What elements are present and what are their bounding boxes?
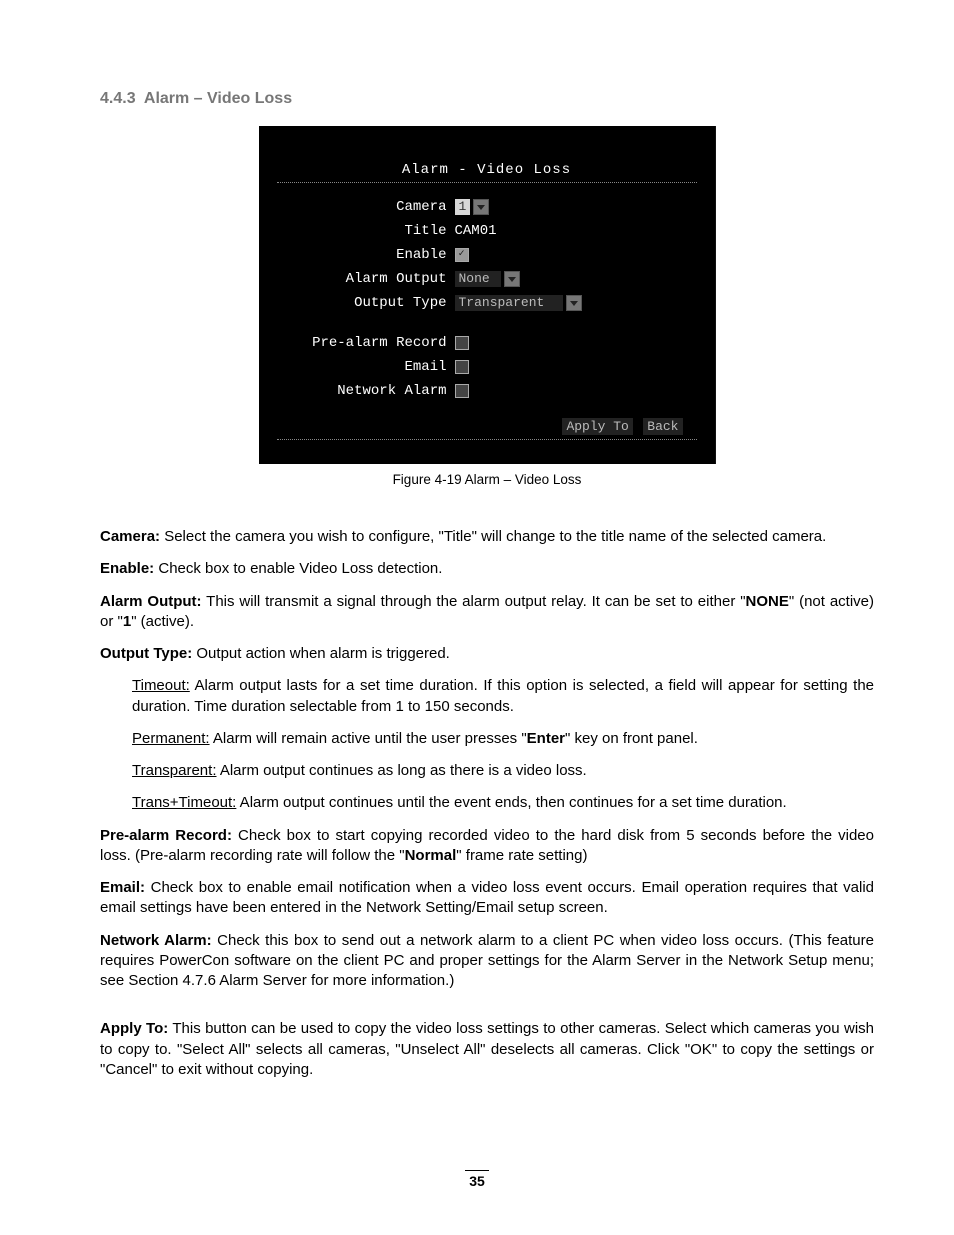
apply-to-description: Apply To: This button can be used to cop…	[100, 1019, 874, 1080]
prealarm-label: Pre-alarm Record	[267, 333, 455, 353]
alarm-output-label: Alarm Output	[267, 269, 455, 289]
enable-description: Enable: Check box to enable Video Loss d…	[100, 559, 874, 579]
prealarm-description: Pre-alarm Record: Check box to start cop…	[100, 826, 874, 867]
output-type-description: Output Type: Output action when alarm is…	[100, 644, 874, 664]
apply-to-button[interactable]: Apply To	[562, 418, 632, 435]
alarm-output-description: Alarm Output: This will transmit a signa…	[100, 592, 874, 633]
camera-select[interactable]: 1	[455, 199, 471, 215]
permanent-description: Permanent: Alarm will remain active unti…	[132, 729, 874, 749]
email-checkbox[interactable]	[455, 360, 469, 374]
title-label: Title	[267, 221, 455, 241]
camera-description: Camera: Select the camera you wish to co…	[100, 527, 874, 547]
network-alarm-label: Network Alarm	[267, 381, 455, 401]
trans-timeout-description: Trans+Timeout: Alarm output continues un…	[132, 793, 874, 813]
email-label: Email	[267, 357, 455, 377]
chevron-down-icon[interactable]	[566, 295, 582, 311]
network-alarm-description: Network Alarm: Check this box to send ou…	[100, 931, 874, 992]
timeout-description: Timeout: Alarm output lasts for a set ti…	[132, 676, 874, 717]
section-heading: 4.4.3 Alarm – Video Loss	[100, 90, 874, 108]
figure-caption: Figure 4-19 Alarm – Video Loss	[100, 472, 874, 487]
back-button[interactable]: Back	[643, 418, 682, 435]
network-alarm-checkbox[interactable]	[455, 384, 469, 398]
transparent-description: Transparent: Alarm output continues as l…	[132, 761, 874, 781]
prealarm-checkbox[interactable]	[455, 336, 469, 350]
chevron-down-icon[interactable]	[504, 271, 520, 287]
page-number: 35	[0, 1173, 954, 1189]
title-value: CAM01	[455, 221, 497, 241]
output-type-label: Output Type	[267, 293, 455, 313]
enable-checkbox[interactable]	[455, 248, 469, 262]
enable-label: Enable	[267, 245, 455, 265]
screenshot-title: Alarm - Video Loss	[277, 136, 697, 183]
alarm-video-loss-screenshot: Alarm - Video Loss Camera 1 Title CAM01 …	[259, 126, 716, 464]
figure-container: Alarm - Video Loss Camera 1 Title CAM01 …	[100, 126, 874, 464]
email-description: Email: Check box to enable email notific…	[100, 878, 874, 919]
output-type-select[interactable]: Transparent	[455, 295, 563, 311]
camera-label: Camera	[267, 197, 455, 217]
chevron-down-icon[interactable]	[473, 199, 489, 215]
alarm-output-select[interactable]: None	[455, 271, 501, 287]
